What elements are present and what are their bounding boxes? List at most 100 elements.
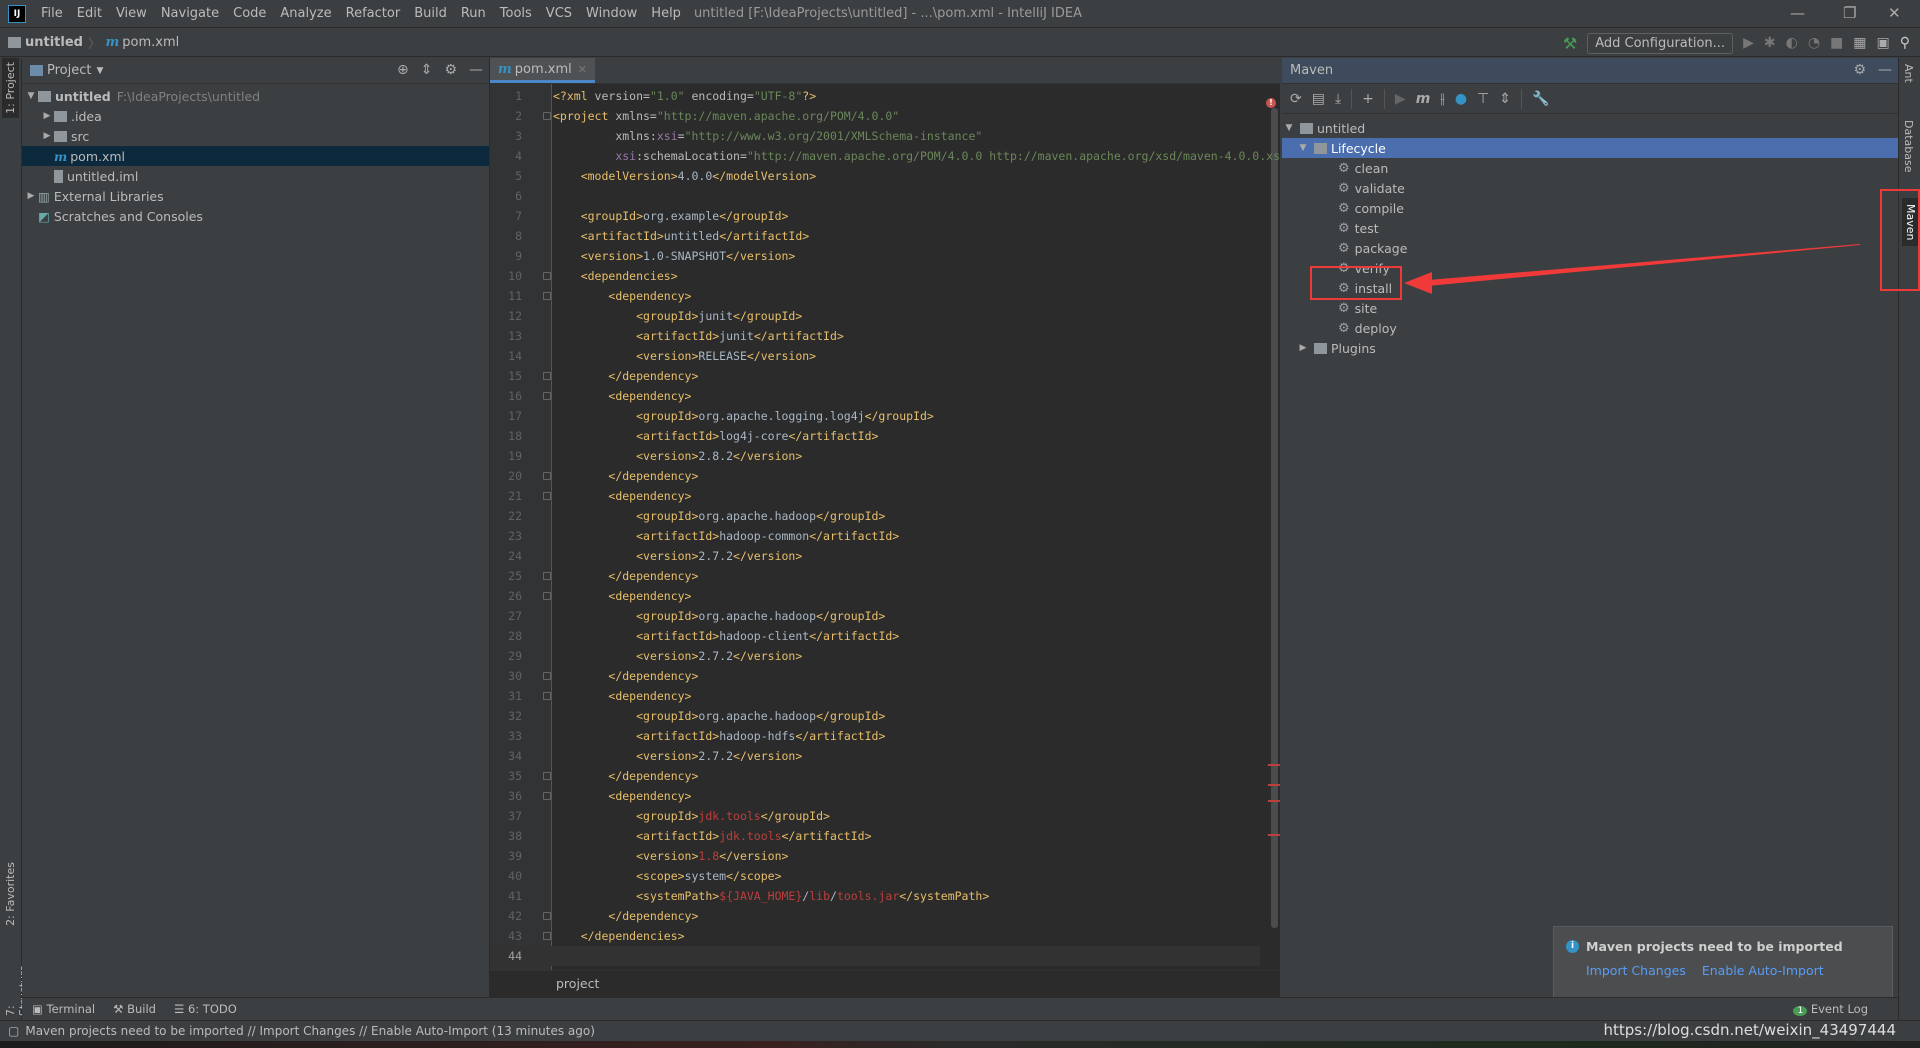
menu-view[interactable]: View	[109, 6, 154, 21]
maven-phase-deploy[interactable]: ⚙ deploy	[1282, 318, 1898, 338]
code-line[interactable]: 30 </dependency>	[490, 666, 1260, 686]
download-icon[interactable]: ⤓	[1335, 91, 1341, 107]
project-view-selector[interactable]: Project	[47, 63, 91, 78]
code-line[interactable]: 43 </dependencies>	[490, 926, 1260, 946]
generate-sources-icon[interactable]: ▤	[1312, 91, 1325, 107]
menu-analyze[interactable]: Analyze	[273, 6, 338, 21]
toggle-offline-icon[interactable]: ⫲	[1440, 91, 1445, 107]
code-line[interactable]: 27 <groupId>org.apache.hadoop</groupId>	[490, 606, 1260, 626]
code-line[interactable]: 8 <artifactId>untitled</artifactId>	[490, 226, 1260, 246]
settings-wrench-icon[interactable]: 🔧	[1532, 91, 1549, 107]
code-line[interactable]: 2 <project xmlns="http://maven.apache.org…	[490, 106, 1260, 126]
code-line[interactable]: 26 <dependency>	[490, 586, 1260, 606]
code-line[interactable]: 10 <dependencies>	[490, 266, 1260, 286]
code-line[interactable]: 40 <scope>system</scope>	[490, 866, 1260, 886]
code-line[interactable]: 14 <version>RELEASE</version>	[490, 346, 1260, 366]
expand-arrow-icon[interactable]: ▼	[1282, 123, 1296, 133]
close-window-button[interactable]: ✕	[1888, 4, 1901, 22]
toggle-tool-windows-icon[interactable]: ▢	[8, 1024, 19, 1038]
expand-arrow-icon[interactable]: ▼	[24, 91, 38, 101]
fold-marker-icon[interactable]	[543, 572, 551, 580]
tool-tab-build[interactable]: ⚒ Build	[113, 1002, 156, 1016]
code-line[interactable]: 6	[490, 186, 1260, 206]
fold-marker-icon[interactable]	[543, 592, 551, 600]
fold-marker-icon[interactable]	[543, 772, 551, 780]
code-line[interactable]: 38 <artifactId>jdk.tools</artifactId>	[490, 826, 1260, 846]
menu-refactor[interactable]: Refactor	[339, 6, 408, 21]
code-line[interactable]: 35 </dependency>	[490, 766, 1260, 786]
code-line[interactable]: 19 <version>2.8.2</version>	[490, 446, 1260, 466]
code-line[interactable]: 7 <groupId>org.example</groupId>	[490, 206, 1260, 226]
tree-item-src[interactable]: ▶ src	[22, 126, 489, 146]
close-tab-icon[interactable]: ✕	[578, 63, 587, 76]
code-line[interactable]: 1 <?xml version="1.0" encoding="UTF-8"?>	[490, 86, 1260, 106]
collapse-all-icon[interactable]: ⇕	[1499, 91, 1511, 107]
menu-code[interactable]: Code	[226, 6, 273, 21]
menu-run[interactable]: Run	[454, 6, 493, 21]
code-line[interactable]: 5 <modelVersion>4.0.0</modelVersion>	[490, 166, 1260, 186]
tool-tab-database[interactable]: Database	[1902, 120, 1915, 173]
gear-icon[interactable]: ⚙	[1853, 62, 1866, 78]
breadcrumb-project[interactable]: untitled	[8, 35, 83, 50]
fold-marker-icon[interactable]	[543, 372, 551, 380]
code-line[interactable]: 12 <groupId>junit</groupId>	[490, 306, 1260, 326]
tab-pom-xml[interactable]: m pom.xml ✕	[490, 58, 595, 83]
tool-tab-terminal[interactable]: ▣ Terminal	[32, 1002, 95, 1016]
fold-marker-icon[interactable]	[543, 792, 551, 800]
run-icon[interactable]: ▶	[1743, 35, 1754, 51]
menu-window[interactable]: Window	[579, 6, 644, 21]
locate-icon[interactable]: ⊕	[397, 62, 409, 78]
maven-plugins[interactable]: ▶ Plugins	[1282, 338, 1898, 358]
menu-tools[interactable]: Tools	[493, 6, 539, 21]
code-line[interactable]: 44	[490, 946, 1260, 966]
maven-phase-compile[interactable]: ⚙ compile	[1282, 198, 1898, 218]
project-structure-icon[interactable]: ▦	[1853, 35, 1866, 51]
fold-marker-icon[interactable]	[543, 472, 551, 480]
error-stripe-mark[interactable]	[1268, 784, 1280, 786]
vertical-scrollbar[interactable]	[1271, 108, 1278, 928]
tree-item-pom[interactable]: m pom.xml	[22, 146, 489, 166]
profile-icon[interactable]: ◔	[1808, 35, 1820, 51]
tree-item-iml[interactable]: untitled.iml	[22, 166, 489, 186]
maven-phase-validate[interactable]: ⚙ validate	[1282, 178, 1898, 198]
error-indicator-icon[interactable]: !	[1266, 98, 1276, 108]
code-line[interactable]: 15 </dependency>	[490, 366, 1260, 386]
tree-item-untitled[interactable]: ▼ untitled F:\IdeaProjects\untitled	[22, 86, 489, 106]
gear-icon[interactable]: ⚙	[444, 62, 457, 78]
fold-marker-icon[interactable]	[543, 672, 551, 680]
maven-project-untitled[interactable]: ▼ untitled	[1282, 118, 1898, 138]
maven-phase-test[interactable]: ⚙ test	[1282, 218, 1898, 238]
error-stripe-mark[interactable]	[1268, 764, 1280, 766]
coverage-icon[interactable]: ◐	[1786, 35, 1798, 51]
collapse-arrow-icon[interactable]: ▶	[24, 191, 38, 201]
collapse-arrow-icon[interactable]: ▶	[1296, 343, 1310, 353]
tool-tab-event-log[interactable]: 1 Event Log	[1793, 1002, 1868, 1016]
fold-marker-icon[interactable]	[543, 912, 551, 920]
code-line[interactable]: 21 <dependency>	[490, 486, 1260, 506]
execute-goal-icon[interactable]: m	[1416, 91, 1431, 107]
code-line[interactable]: 16 <dependency>	[490, 386, 1260, 406]
code-area[interactable]: ! 1 <?xml version="1.0" encoding="UTF-8"?…	[490, 84, 1280, 970]
maven-lifecycle[interactable]: ▼ Lifecycle	[1282, 138, 1898, 158]
code-line[interactable]: 4 xsi:schemaLocation="http://maven.apach…	[490, 146, 1280, 166]
code-line[interactable]: 28 <artifactId>hadoop-client</artifactId…	[490, 626, 1260, 646]
skip-tests-icon[interactable]: ●	[1455, 91, 1467, 107]
tool-tab-ant[interactable]: Ant	[1902, 64, 1915, 83]
collapse-all-icon[interactable]: ⇕	[421, 62, 433, 78]
fold-marker-icon[interactable]	[543, 272, 551, 280]
tree-item-scratches[interactable]: ◩ Scratches and Consoles	[22, 206, 489, 226]
fold-marker-icon[interactable]	[543, 392, 551, 400]
hide-icon[interactable]: —	[1878, 62, 1892, 78]
code-line[interactable]: 22 <groupId>org.apache.hadoop</groupId>	[490, 506, 1260, 526]
collapse-arrow-icon[interactable]: ▶	[40, 131, 54, 141]
code-line[interactable]: 3 xmlns:xsi="http://www.w3.org/2001/XMLS…	[490, 126, 1260, 146]
tool-tab-favorites[interactable]: 2: Favorites	[2, 858, 19, 930]
show-dependencies-icon[interactable]: ⊤	[1477, 91, 1489, 107]
add-icon[interactable]: +	[1362, 91, 1374, 107]
code-line[interactable]: 9 <version>1.0-SNAPSHOT</version>	[490, 246, 1260, 266]
menu-navigate[interactable]: Navigate	[154, 6, 226, 21]
error-stripe-mark[interactable]	[1268, 800, 1280, 802]
code-line[interactable]: 20 </dependency>	[490, 466, 1260, 486]
run-icon[interactable]: ▶	[1395, 91, 1406, 107]
build-hammer-icon[interactable]: ⚒	[1563, 34, 1577, 53]
